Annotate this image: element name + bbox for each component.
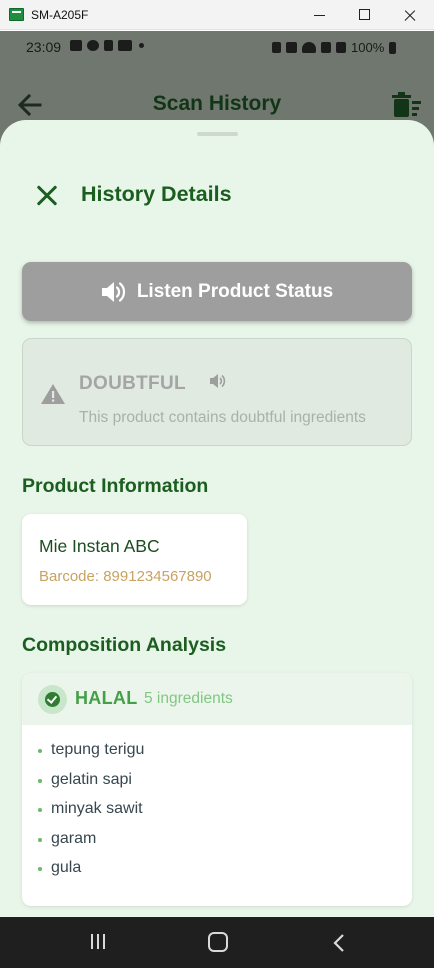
status-label: DOUBTFUL — [79, 373, 186, 394]
lock-icon — [272, 42, 281, 53]
product-information-title: Product Information — [22, 475, 209, 497]
account-icon — [87, 40, 99, 51]
ingredient-item: garam — [38, 830, 144, 860]
home-icon[interactable] — [208, 932, 228, 952]
android-nav-bar — [0, 917, 434, 968]
close-window-button[interactable] — [387, 0, 433, 30]
listen-product-status-button[interactable]: Listen Product Status — [22, 262, 412, 321]
signal-icon — [321, 42, 331, 53]
drag-handle[interactable] — [197, 132, 238, 136]
delete-sweep-icon[interactable] — [392, 92, 422, 120]
history-details-sheet: History Details Listen Product Status DO… — [0, 120, 434, 917]
listen-button-label: Listen Product Status — [136, 280, 334, 302]
sheet-title: History Details — [81, 182, 232, 206]
android-status-bar: 23:09 100% — [0, 31, 434, 61]
status-icons-right: 100% — [272, 40, 397, 55]
nav-back-icon[interactable] — [330, 934, 348, 952]
gamepad-icon — [118, 40, 132, 51]
window-titlebar: SM-A205F — [0, 0, 434, 30]
status-description: This product contains doubtful ingredien… — [79, 409, 366, 426]
minimize-button[interactable] — [297, 0, 343, 30]
battery-icon — [389, 41, 397, 54]
window-title: SM-A205F — [31, 8, 89, 22]
product-name: Mie Instan ABC — [39, 536, 160, 556]
composition-card: HALAL 5 ingredients tepung terigu gelati… — [22, 673, 412, 906]
signal-icon — [336, 42, 346, 53]
speaker-icon[interactable] — [209, 373, 227, 389]
close-icon[interactable] — [33, 182, 61, 210]
product-barcode: Barcode: 8991234567890 — [39, 568, 212, 585]
ingredient-item: tepung terigu — [38, 741, 144, 771]
volume-up-icon — [101, 280, 127, 304]
composition-status: HALAL — [75, 688, 138, 708]
check-circle-icon — [38, 685, 67, 714]
wifi-icon — [302, 42, 316, 53]
product-status-card: DOUBTFUL This product contains doubtful … — [22, 338, 412, 446]
status-icons-left — [70, 40, 144, 51]
youtube-icon — [70, 40, 82, 51]
ingredient-count: 5 ingredients — [144, 690, 233, 707]
maximize-button[interactable] — [341, 0, 387, 30]
app-window-icon — [9, 8, 24, 21]
ingredient-item: gula — [38, 859, 144, 889]
ingredient-item: minyak sawit — [38, 800, 144, 830]
dot-icon — [139, 43, 144, 48]
recents-icon[interactable] — [90, 934, 107, 951]
ingredient-item: gelatin sapi — [38, 771, 144, 801]
upload-icon — [104, 40, 113, 51]
battery-percent: 100% — [351, 40, 385, 55]
ingredient-list: tepung terigu gelatin sapi minyak sawit … — [38, 741, 144, 889]
app-bar-title: Scan History — [152, 92, 282, 115]
mute-icon — [286, 42, 297, 53]
warning-icon — [40, 383, 66, 405]
status-time: 23:09 — [26, 39, 62, 55]
product-card: Mie Instan ABC Barcode: 8991234567890 — [22, 514, 247, 605]
composition-header[interactable]: HALAL 5 ingredients — [22, 673, 412, 725]
composition-analysis-title: Composition Analysis — [22, 634, 227, 656]
